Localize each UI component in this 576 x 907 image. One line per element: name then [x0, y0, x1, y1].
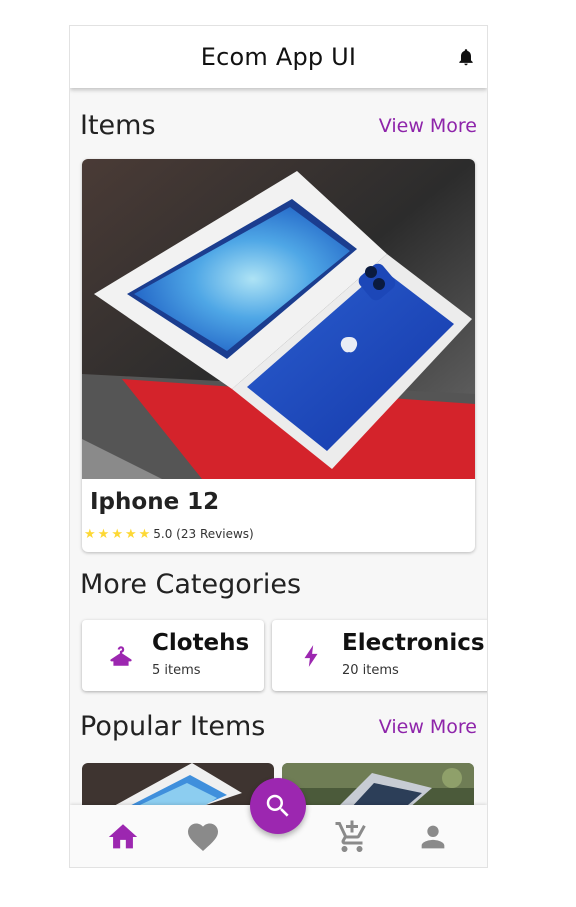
bolt-icon: [304, 645, 318, 667]
items-section-header: Items View More: [80, 110, 477, 141]
star-icon: ★: [111, 526, 123, 542]
category-name: Clotehs: [152, 630, 250, 656]
heart-icon: [188, 823, 218, 852]
star-icon: ★: [124, 526, 137, 542]
cart-add-icon: [335, 820, 366, 852]
nav-cart[interactable]: [334, 819, 370, 855]
category-card-electronics[interactable]: Electronics 20 items: [272, 620, 487, 691]
category-count: 20 items: [342, 663, 399, 678]
person-icon: [421, 825, 445, 849]
nav-profile[interactable]: [415, 819, 451, 855]
star-icon: ★: [97, 526, 110, 542]
search-fab-button[interactable]: [250, 778, 306, 834]
star-icon: ★: [84, 526, 96, 542]
app-title: Ecom App UI: [200, 43, 357, 71]
star-icon: ★: [138, 526, 151, 542]
category-name: Electronics: [342, 630, 485, 656]
featured-product-card[interactable]: Iphone 12 ★ ★ ★ ★ ★ 5.0 (23 Reviews): [82, 159, 475, 552]
popular-title: Popular Items: [80, 711, 266, 742]
nav-favorites[interactable]: [185, 819, 221, 855]
bell-icon[interactable]: [456, 46, 476, 68]
app-bar: Ecom App UI: [70, 26, 487, 88]
category-count: 5 items: [152, 663, 201, 678]
items-title: Items: [80, 110, 156, 141]
hanger-icon: [110, 646, 132, 666]
categories-title: More Categories: [80, 569, 302, 600]
product-image: [82, 159, 475, 479]
phone-frame: Ecom App UI Items View More Iphone 12 ★ …: [69, 25, 488, 868]
categories-section-header: More Categories: [80, 569, 477, 600]
search-icon: [266, 794, 289, 817]
home-icon: [108, 824, 138, 849]
popular-view-more-link[interactable]: View More: [379, 716, 477, 738]
items-view-more-link[interactable]: View More: [379, 115, 477, 137]
category-card-clothes[interactable]: Clotehs 5 items: [82, 620, 264, 691]
product-name: Iphone 12: [90, 489, 220, 515]
product-rating: ★ ★ ★ ★ ★ 5.0 (23 Reviews): [84, 527, 254, 541]
rating-text: 5.0 (23 Reviews): [153, 527, 254, 541]
popular-section-header: Popular Items View More: [80, 711, 477, 742]
nav-home[interactable]: [105, 819, 141, 855]
